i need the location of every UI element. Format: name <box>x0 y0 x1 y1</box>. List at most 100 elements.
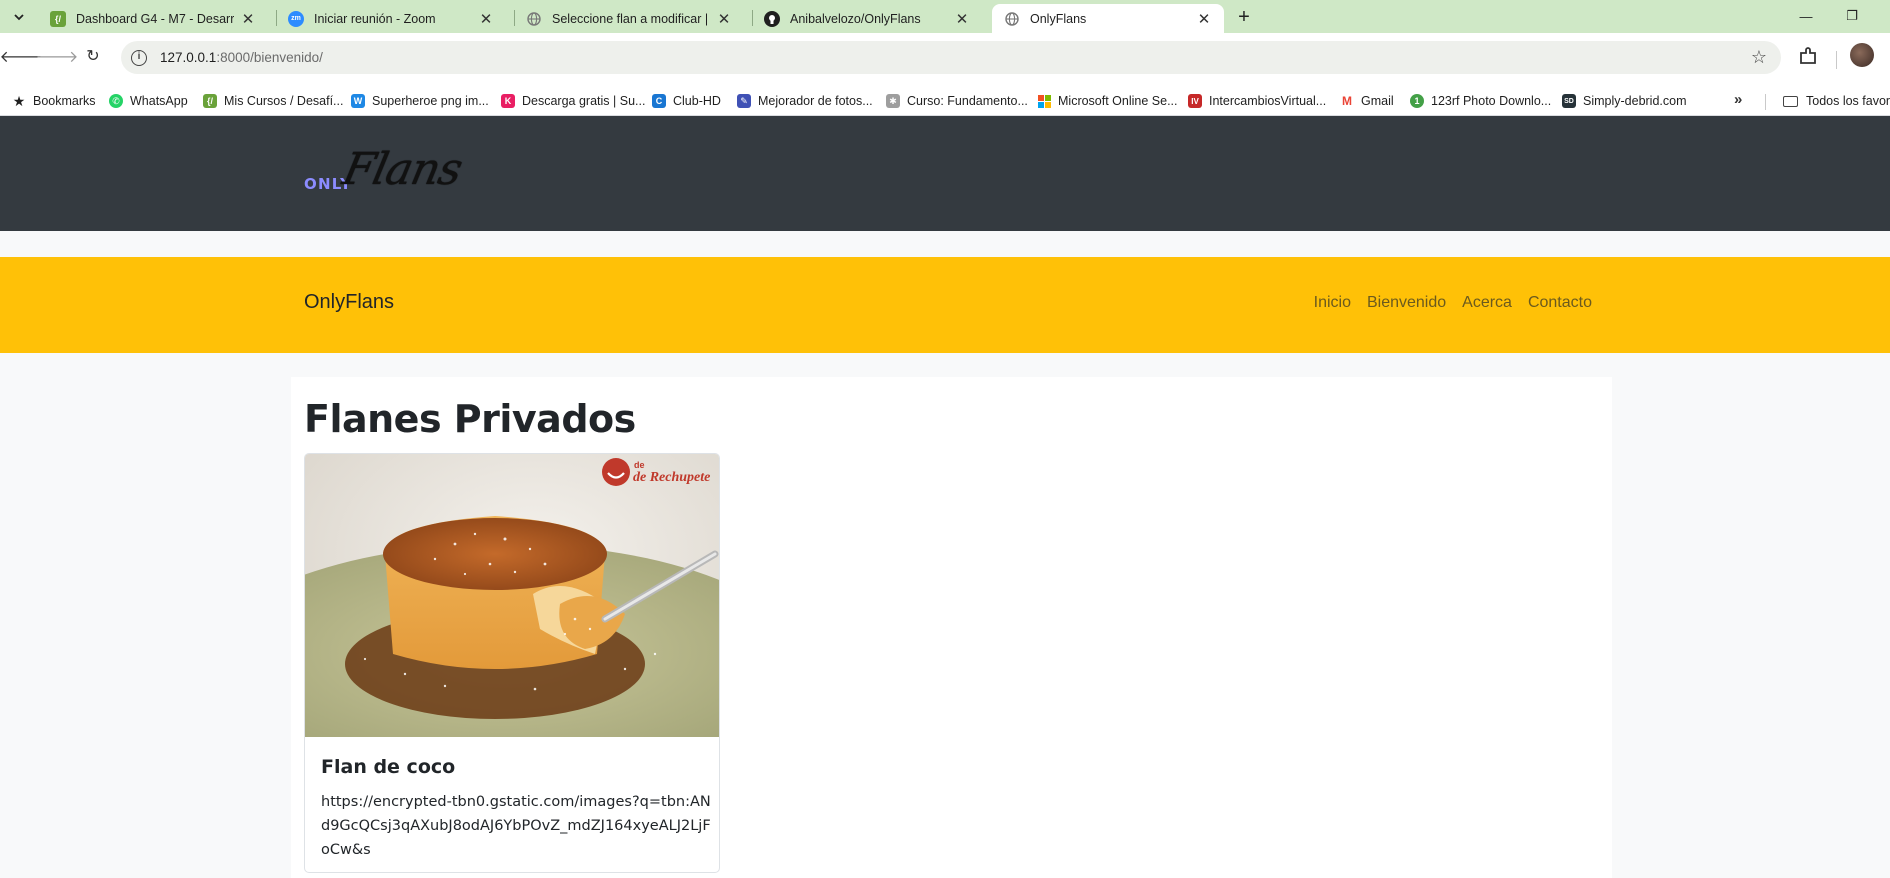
bookmark-label: Descarga gratis | Su... <box>522 94 646 108</box>
browser-tab[interactable]: {/ Dashboard G4 - M7 - Desarrollo ✕ <box>38 4 268 33</box>
svg-text:de: de <box>634 460 645 470</box>
bookmark-item[interactable]: SD Simply-debrid.com <box>1562 91 1687 111</box>
bookmark-item[interactable]: ★ Bookmarks <box>12 91 96 111</box>
bookmark-label: WhatsApp <box>130 94 188 108</box>
github-icon <box>764 10 780 27</box>
sd-icon: SD <box>1562 94 1576 108</box>
tab-title: OnlyFlans <box>1030 11 1087 26</box>
page-title: Flanes Privados <box>304 397 636 441</box>
star-icon: ★ <box>12 92 26 109</box>
tab-strip: {/ Dashboard G4 - M7 - Desarrollo ✕ zm I… <box>0 0 1890 33</box>
new-tab-button[interactable]: + <box>1232 5 1256 29</box>
globe-icon <box>1004 11 1020 27</box>
close-icon[interactable]: ✕ <box>1196 11 1212 28</box>
desafio-icon: {/ <box>203 94 217 108</box>
bookmark-label: Simply-debrid.com <box>1583 94 1687 108</box>
card-description: https://encrypted-tbn0.gstatic.com/image… <box>321 794 711 858</box>
iv-icon: IV <box>1188 94 1202 108</box>
bookmark-item[interactable]: K Descarga gratis | Su... <box>501 91 645 111</box>
bookmark-label: IntercambiosVirtual... <box>1209 94 1327 108</box>
bookmark-item[interactable]: W Superheroe png im... <box>351 91 489 111</box>
123rf-icon: 1 <box>1410 94 1424 108</box>
forward-button[interactable]: 🡒 <box>36 43 79 69</box>
address-url: 127.0.0.1:8000/bienvenido/ <box>160 50 323 65</box>
desafio-favicon-icon: {/ <box>50 10 66 27</box>
globe-icon <box>526 11 542 27</box>
bookmark-label: Bookmarks <box>33 94 96 108</box>
extensions-icon[interactable] <box>1797 45 1819 67</box>
logo-script-text: Flans <box>338 144 467 195</box>
bookmark-item[interactable]: C Club-HD <box>652 91 721 111</box>
bookmark-label: Todos los favoritos <box>1806 94 1890 108</box>
back-button[interactable]: 🡐 <box>0 43 42 69</box>
reload-button[interactable]: ↻ <box>80 43 106 69</box>
nav-link-inicio[interactable]: Inicio <box>1314 294 1351 312</box>
nav-link-acerca[interactable]: Acerca <box>1462 294 1512 312</box>
close-icon[interactable]: ✕ <box>954 11 970 28</box>
folder-icon <box>1783 95 1798 107</box>
content-container: Flanes Privados de de Rechupete Flan de … <box>291 377 1612 878</box>
bookmark-item[interactable]: ✆ WhatsApp <box>109 91 188 111</box>
bookmark-item[interactable]: IV IntercambiosVirtual... <box>1188 91 1326 111</box>
bookmark-item[interactable]: 1 123rf Photo Downlo... <box>1410 91 1551 111</box>
zoom-favicon-icon: zm <box>288 10 304 27</box>
all-bookmarks-folder[interactable]: Todos los favoritos <box>1783 91 1890 111</box>
bookmark-label: Mejorador de fotos... <box>758 94 873 108</box>
site-info-icon[interactable]: i <box>131 49 147 66</box>
browser-tab-active[interactable]: OnlyFlans ✕ <box>992 4 1224 33</box>
bookmark-label: Mis Cursos / Desafí... <box>224 94 344 108</box>
nav-link-bienvenido[interactable]: Bienvenido <box>1367 294 1446 312</box>
nav-links: Inicio Bienvenido Acerca Contacto <box>1314 294 1592 312</box>
site-header: ONLY Flans <box>0 116 1890 231</box>
toolbar-divider <box>1836 51 1837 69</box>
minimize-button[interactable]: — <box>1786 4 1826 28</box>
bookmark-item[interactable]: Microsoft Online Se... <box>1037 91 1178 111</box>
photo-icon: ✎ <box>737 94 751 108</box>
browser-toolbar: 🡐 🡒 ↻ i 127.0.0.1:8000/bienvenido/ ☆ <box>0 33 1890 85</box>
tab-title: Iniciar reunión - Zoom <box>314 11 436 26</box>
flan-image: de de Rechupete <box>305 454 719 737</box>
browser-tab[interactable]: zm Iniciar reunión - Zoom ✕ <box>276 4 506 33</box>
close-icon[interactable]: ✕ <box>478 11 494 28</box>
nav-link-contacto[interactable]: Contacto <box>1528 294 1592 312</box>
tab-title: Seleccione flan a modificar | Sitio <box>552 11 710 26</box>
bookmark-label: Curso: Fundamento... <box>907 94 1028 108</box>
bookmark-label: 123rf Photo Downlo... <box>1431 94 1552 108</box>
chevron-down-icon <box>14 14 24 21</box>
bookmark-label: Club-HD <box>673 94 721 108</box>
navbar-brand[interactable]: OnlyFlans <box>304 291 394 314</box>
bookmark-item[interactable]: M Gmail <box>1340 91 1394 111</box>
main-navbar: OnlyFlans Inicio Bienvenido Acerca Conta… <box>0 257 1890 353</box>
bookmark-label: Gmail <box>1361 94 1394 108</box>
bookmarks-divider <box>1765 94 1766 110</box>
close-icon[interactable]: ✕ <box>716 11 732 28</box>
browser-tab[interactable]: Anibalvelozo/OnlyFlans ✕ <box>752 4 982 33</box>
bookmark-star-icon[interactable]: ☆ <box>1751 47 1767 68</box>
superhero-icon: W <box>351 94 365 108</box>
card-title: Flan de coco <box>321 756 456 778</box>
bookmark-item[interactable]: {/ Mis Cursos / Desafí... <box>203 91 343 111</box>
course-icon: ✱ <box>886 94 900 108</box>
bookmark-item[interactable]: ✱ Curso: Fundamento... <box>886 91 1028 111</box>
watermark-text: de Rechupete <box>633 470 710 485</box>
bookmark-label: Microsoft Online Se... <box>1058 94 1178 108</box>
profile-avatar[interactable] <box>1850 43 1874 67</box>
flan-card[interactable]: de de Rechupete Flan de coco https://enc… <box>304 453 720 873</box>
bookmark-item[interactable]: ✎ Mejorador de fotos... <box>737 91 873 111</box>
close-icon[interactable]: ✕ <box>240 11 256 28</box>
page-viewport: ONLY Flans OnlyFlans Inicio Bienvenido A… <box>0 116 1890 878</box>
k-icon: K <box>501 94 515 108</box>
tab-search-button[interactable] <box>6 6 32 28</box>
clubhd-icon: C <box>652 94 666 108</box>
address-bar[interactable]: i 127.0.0.1:8000/bienvenido/ ☆ <box>121 41 1781 74</box>
microsoft-icon <box>1037 94 1051 108</box>
gmail-icon: M <box>1342 94 1352 108</box>
bookmarks-bar: ★ Bookmarks ✆ WhatsApp {/ Mis Cursos / Desa… <box>0 85 1890 116</box>
tab-title: Dashboard G4 - M7 - Desarrollo <box>76 11 234 26</box>
restore-button[interactable]: ❐ <box>1832 4 1872 28</box>
url-path: :8000/bienvenido/ <box>216 50 323 65</box>
tab-title: Anibalvelozo/OnlyFlans <box>790 11 921 26</box>
browser-tab[interactable]: Seleccione flan a modificar | Sitio ✕ <box>514 4 744 33</box>
url-host: 127.0.0.1 <box>160 50 217 65</box>
more-bookmarks-icon[interactable]: » <box>1734 91 1742 108</box>
